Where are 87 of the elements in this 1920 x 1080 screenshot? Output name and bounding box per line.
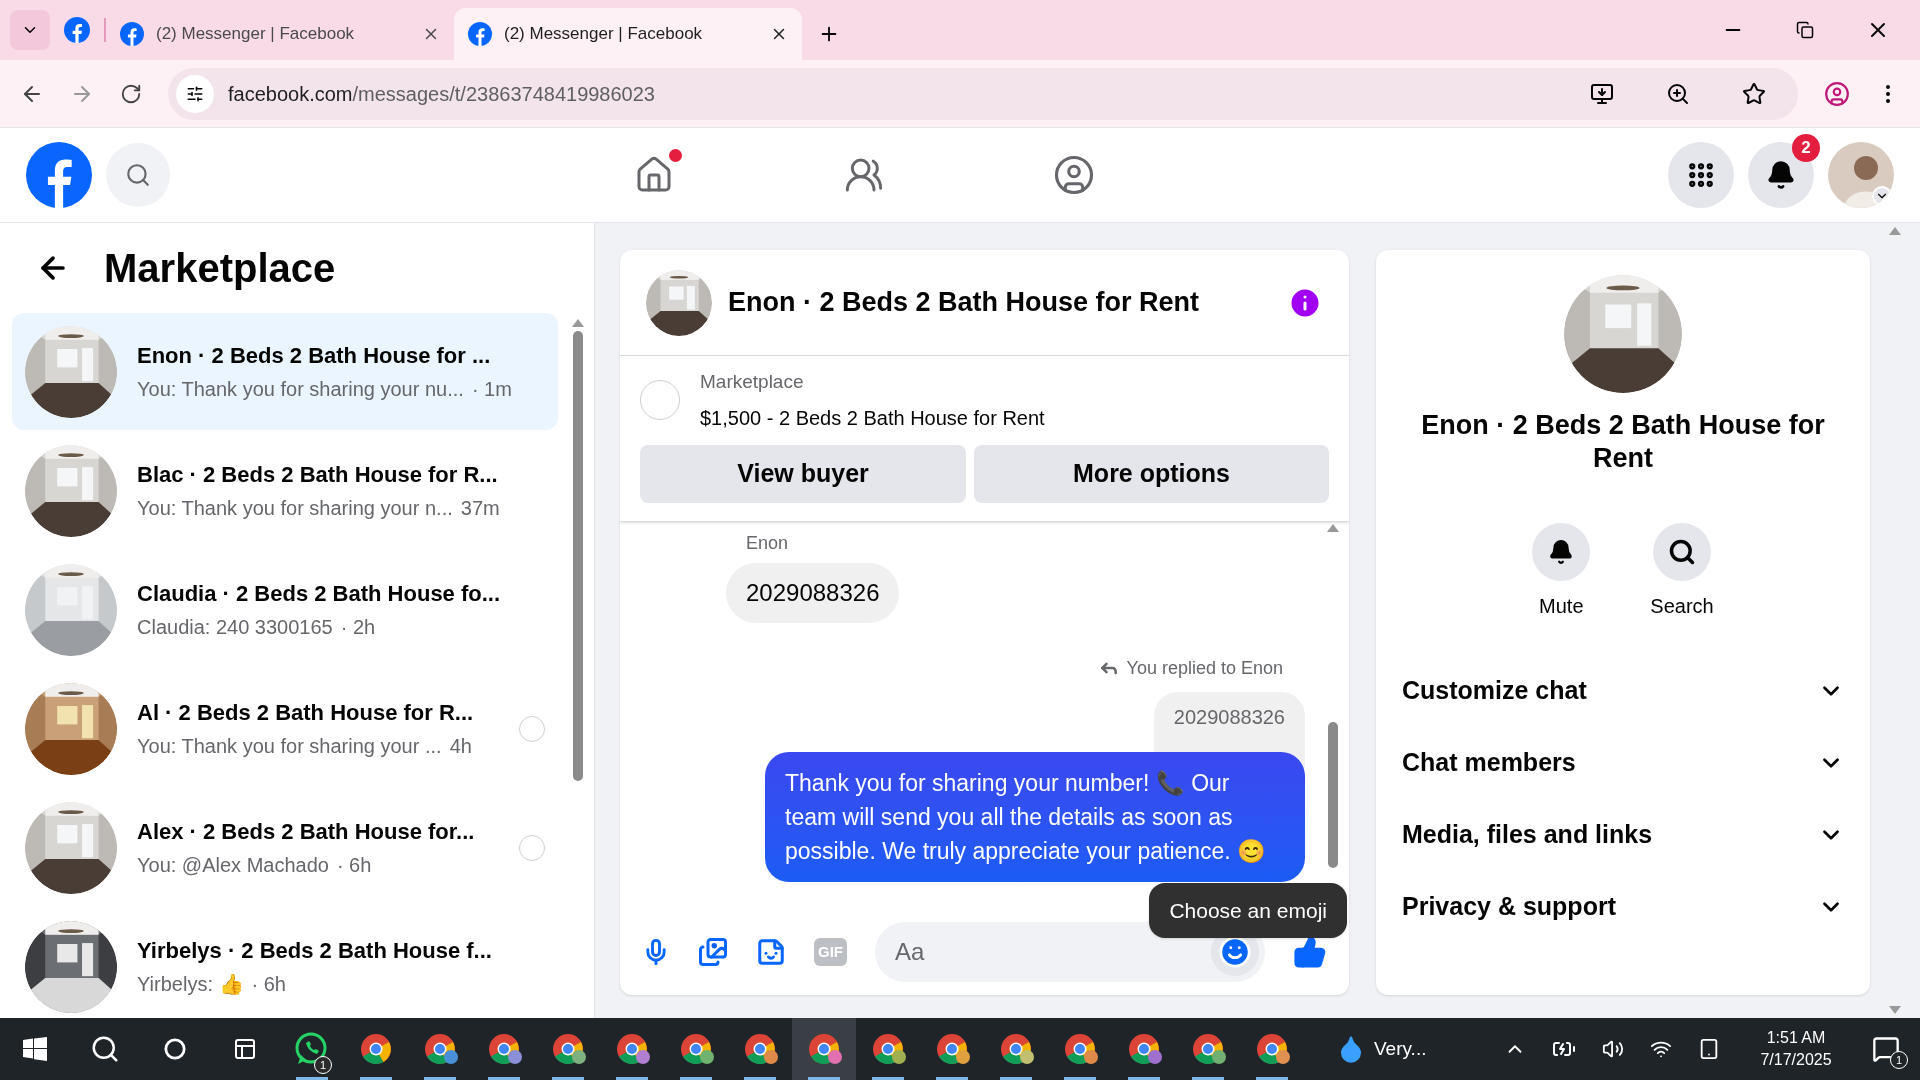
scroll-up-icon[interactable] (572, 319, 584, 327)
conversation-item[interactable]: Alex · 2 Beds 2 Bath House for... You: @Alex Machado · 6h (12, 789, 558, 906)
listing-label: Marketplace (700, 370, 805, 394)
conversation-title: Enon · 2 Beds 2 Bath House for ... (137, 341, 491, 370)
message-bubble: Thank you for sharing your number! 📞 Our team will send you all the details as soon as possible. We truly appreciate your patience. 😊 (765, 751, 1305, 882)
cortana-icon[interactable] (164, 1038, 186, 1060)
message-time: · 6h (251, 971, 286, 997)
conversation-title: Claudia · 2 Beds 2 Bath House fo... (137, 579, 501, 608)
volume-icon[interactable] (1602, 1038, 1624, 1060)
sidebar-title: Marketplace (104, 245, 336, 292)
taskbar-app[interactable] (792, 1018, 856, 1080)
badge: 1 (314, 1056, 332, 1074)
tab-title: (2) Messenger | Facebook (156, 23, 356, 46)
message-bubble: 2029088326 (726, 562, 900, 623)
bookmark-icon[interactable] (1742, 81, 1766, 106)
windows-logo[interactable] (23, 1037, 47, 1061)
conversation-item[interactable]: Al · 2 Beds 2 Bath House for R... You: Thank you for sharing your ... 4h (12, 670, 558, 787)
taskbar-app[interactable]: 1 (280, 1018, 344, 1080)
scroll-up-icon[interactable] (1327, 523, 1339, 532)
reload-icon[interactable] (120, 82, 142, 105)
scroll-up-icon[interactable] (1889, 227, 1901, 235)
conversation-item[interactable]: Blac · 2 Beds 2 Bath House for R... You: Thank you for sharing your n... 37m (12, 432, 558, 549)
tab-title: (2) Messenger | Facebook (504, 23, 704, 46)
photos-icon[interactable] (698, 937, 728, 967)
section-header[interactable]: Chat members (1392, 727, 1854, 799)
notification-badge: 2 (1792, 134, 1820, 162)
conversation-name: Enon · 2 Beds 2 Bath House for Rent (1420, 409, 1826, 475)
conversation-title: Al · 2 Beds 2 Bath House for R... (137, 698, 474, 727)
people-circle-icon[interactable] (1053, 154, 1095, 196)
conversation-title: Blac · 2 Beds 2 Bath House for R... (137, 460, 498, 489)
clock-time[interactable]: 1:51 AM (1766, 1027, 1826, 1049)
facebook-tab-icon[interactable] (120, 22, 144, 46)
sticker-icon[interactable] (756, 937, 786, 967)
conversation-item[interactable]: Yirbelys · 2 Beds 2 Bath House f... Yirbelys: 👍 · 6h (12, 908, 558, 1018)
section-header[interactable]: Privacy & support (1392, 871, 1854, 943)
message-time: 37m (460, 495, 500, 521)
listing-button[interactable]: View buyer (640, 444, 966, 503)
address-bar[interactable]: facebook.com/messages/t/23863748419986023 (168, 67, 1798, 120)
message-preview: You: Thank you for sharing your nu... (137, 376, 464, 402)
emoji-icon (1218, 935, 1252, 969)
site-settings-icon[interactable] (186, 84, 204, 103)
chat-title: Enon · 2 Beds 2 Bath House for Rent (728, 286, 1201, 320)
message-preview: Claudia: 240 3300165 (137, 614, 333, 640)
section-header[interactable]: Customize chat (1392, 655, 1854, 727)
message-time: · 6h (336, 852, 372, 878)
bell-icon (1766, 160, 1796, 190)
browser-tab[interactable]: (2) Messenger | Facebook (454, 8, 802, 60)
install-icon[interactable] (1590, 81, 1614, 106)
listing-button[interactable]: More options (974, 444, 1329, 503)
search-icon (125, 162, 151, 188)
tooltip: Choose an emoji (1149, 882, 1347, 938)
notifications-icon[interactable] (1872, 1035, 1900, 1063)
grid-icon (1686, 160, 1716, 190)
zoom-icon[interactable] (1666, 81, 1690, 106)
message-time: · 2h (340, 614, 376, 640)
clock-date[interactable]: 7/17/2025 (1760, 1049, 1832, 1071)
facebook-tab-icon[interactable] (468, 22, 492, 46)
url-text: facebook.com/messages/t/23863748419986023 (228, 81, 656, 107)
facebook-tab-icon[interactable] (64, 17, 90, 43)
scroll-down-icon[interactable] (1889, 1006, 1901, 1014)
browser-icon (359, 1032, 393, 1066)
search-icon (1668, 538, 1696, 566)
message-time: · 1m (471, 376, 512, 402)
conversation-title: Alex · 2 Beds 2 Bath House for... (137, 817, 475, 846)
message-preview: You: @Alex Machado (137, 852, 329, 878)
bell-icon (1548, 539, 1575, 565)
sender-name: Enon (745, 531, 789, 555)
conversation-title: Yirbelys · 2 Beds 2 Bath House f... (137, 936, 492, 965)
tablet-icon[interactable] (1698, 1038, 1720, 1060)
weather-text[interactable]: Very... (1374, 1034, 1427, 1064)
task-view-icon[interactable] (233, 1037, 257, 1061)
conversation-item[interactable]: Claudia · 2 Beds 2 Bath House fo... Claudia: 240 3300165 · 2h (12, 551, 558, 668)
restore-icon[interactable] (1796, 21, 1814, 39)
conversation-item[interactable]: Enon · 2 Beds 2 Bath House for ... You: Thank you for sharing your nu... · 1m (12, 313, 558, 430)
message-preview: You: Thank you for sharing your ... (137, 733, 442, 759)
like-icon[interactable] (1293, 935, 1327, 969)
reply-note: You replied to Enon (1126, 656, 1283, 680)
badge: 1 (1890, 1051, 1908, 1069)
message-preview: You: Thank you for sharing your n... (137, 495, 453, 521)
search-icon[interactable] (90, 1034, 120, 1064)
message-input[interactable]: Aa (875, 922, 1211, 982)
facebook-logo[interactable] (26, 142, 92, 208)
message-time: 4h (449, 733, 472, 759)
message-preview: Yirbelys: 👍 (137, 971, 244, 997)
profile-icon[interactable] (1824, 80, 1850, 107)
section-header[interactable]: Media, files and links (1392, 799, 1854, 871)
listing-title: $1,500 - 2 Beds 2 Bath House for Rent (700, 405, 1045, 431)
